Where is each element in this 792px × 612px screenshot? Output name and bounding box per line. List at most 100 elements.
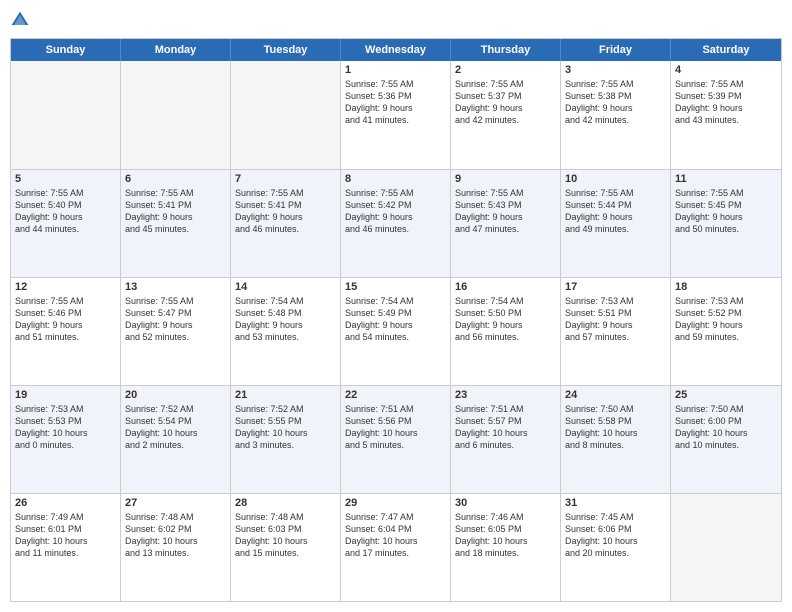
day-number: 31	[565, 497, 666, 509]
cell-text: Sunrise: 7:45 AM Sunset: 6:06 PM Dayligh…	[565, 511, 666, 560]
cell-text: Sunrise: 7:53 AM Sunset: 5:51 PM Dayligh…	[565, 295, 666, 344]
cell-text: Sunrise: 7:55 AM Sunset: 5:44 PM Dayligh…	[565, 187, 666, 236]
day-cell: 28 Sunrise: 7:48 AM Sunset: 6:03 PM Dayli…	[231, 494, 341, 601]
cell-text: Sunrise: 7:55 AM Sunset: 5:37 PM Dayligh…	[455, 78, 556, 127]
calendar-row: 19Sunrise: 7:53 AM Sunset: 5:53 PM Dayli…	[11, 385, 781, 493]
day-cell: 22 Sunrise: 7:51 AM Sunset: 5:56 PM Dayli…	[341, 386, 451, 493]
day-cell: 31 Sunrise: 7:45 AM Sunset: 6:06 PM Dayli…	[561, 494, 671, 601]
day-cell: 11 Sunrise: 7:55 AM Sunset: 5:45 PM Dayli…	[671, 170, 781, 277]
cell-text: Sunrise: 7:55 AM Sunset: 5:47 PM Dayligh…	[125, 295, 226, 344]
weekday-header: Monday	[121, 39, 231, 61]
calendar-row: 26Sunrise: 7:49 AM Sunset: 6:01 PM Dayli…	[11, 493, 781, 601]
weekday-header: Thursday	[451, 39, 561, 61]
cell-text: Sunrise: 7:54 AM Sunset: 5:49 PM Dayligh…	[345, 295, 446, 344]
day-number: 18	[675, 281, 777, 293]
day-number: 19	[15, 389, 116, 401]
day-number: 23	[455, 389, 556, 401]
calendar-row: 5Sunrise: 7:55 AM Sunset: 5:40 PM Daylig…	[11, 169, 781, 277]
day-number: 26	[15, 497, 116, 509]
weekday-header: Saturday	[671, 39, 781, 61]
cell-text: Sunrise: 7:46 AM Sunset: 6:05 PM Dayligh…	[455, 511, 556, 560]
cell-text: Sunrise: 7:55 AM Sunset: 5:38 PM Dayligh…	[565, 78, 666, 127]
cell-text: Sunrise: 7:50 AM Sunset: 5:58 PM Dayligh…	[565, 403, 666, 452]
day-cell: 13Sunrise: 7:55 AM Sunset: 5:47 PM Dayli…	[121, 278, 231, 385]
day-cell: 24 Sunrise: 7:50 AM Sunset: 5:58 PM Dayli…	[561, 386, 671, 493]
day-number: 29	[345, 497, 446, 509]
cell-text: Sunrise: 7:54 AM Sunset: 5:50 PM Dayligh…	[455, 295, 556, 344]
day-cell: 26Sunrise: 7:49 AM Sunset: 6:01 PM Dayli…	[11, 494, 121, 601]
day-number: 14	[235, 281, 336, 293]
day-cell: 10 Sunrise: 7:55 AM Sunset: 5:44 PM Dayli…	[561, 170, 671, 277]
day-number: 27	[125, 497, 226, 509]
cell-text: Sunrise: 7:52 AM Sunset: 5:55 PM Dayligh…	[235, 403, 336, 452]
day-number: 2	[455, 64, 556, 76]
day-number: 8	[345, 173, 446, 185]
day-cell: 4Sunrise: 7:55 AM Sunset: 5:39 PM Daylig…	[671, 61, 781, 169]
day-number: 3	[565, 64, 666, 76]
day-cell: 7Sunrise: 7:55 AM Sunset: 5:41 PM Daylig…	[231, 170, 341, 277]
day-cell: 8 Sunrise: 7:55 AM Sunset: 5:42 PM Daylig…	[341, 170, 451, 277]
weekday-header: Sunday	[11, 39, 121, 61]
day-number: 9	[455, 173, 556, 185]
day-number: 17	[565, 281, 666, 293]
day-number: 15	[345, 281, 446, 293]
cell-text: Sunrise: 7:55 AM Sunset: 5:45 PM Dayligh…	[675, 187, 777, 236]
day-number: 12	[15, 281, 116, 293]
calendar-header: SundayMondayTuesdayWednesdayThursdayFrid…	[11, 39, 781, 61]
day-number: 16	[455, 281, 556, 293]
cell-text: Sunrise: 7:48 AM Sunset: 6:03 PM Dayligh…	[235, 511, 336, 560]
cell-text: Sunrise: 7:50 AM Sunset: 6:00 PM Dayligh…	[675, 403, 777, 452]
day-cell: 29 Sunrise: 7:47 AM Sunset: 6:04 PM Dayli…	[341, 494, 451, 601]
day-cell: 3 Sunrise: 7:55 AM Sunset: 5:38 PM Daylig…	[561, 61, 671, 169]
empty-cell	[671, 494, 781, 601]
cell-text: Sunrise: 7:55 AM Sunset: 5:42 PM Dayligh…	[345, 187, 446, 236]
weekday-header: Tuesday	[231, 39, 341, 61]
logo	[10, 10, 34, 30]
day-number: 20	[125, 389, 226, 401]
day-number: 6	[125, 173, 226, 185]
day-cell: 30Sunrise: 7:46 AM Sunset: 6:05 PM Dayli…	[451, 494, 561, 601]
day-number: 22	[345, 389, 446, 401]
day-cell: 16 Sunrise: 7:54 AM Sunset: 5:50 PM Dayli…	[451, 278, 561, 385]
day-number: 21	[235, 389, 336, 401]
day-number: 11	[675, 173, 777, 185]
day-cell: 25 Sunrise: 7:50 AM Sunset: 6:00 PM Dayli…	[671, 386, 781, 493]
weekday-header: Wednesday	[341, 39, 451, 61]
cell-text: Sunrise: 7:51 AM Sunset: 5:57 PM Dayligh…	[455, 403, 556, 452]
page-header	[10, 10, 782, 30]
calendar-row: 12 Sunrise: 7:55 AM Sunset: 5:46 PM Dayli…	[11, 277, 781, 385]
day-cell: 19Sunrise: 7:53 AM Sunset: 5:53 PM Dayli…	[11, 386, 121, 493]
calendar-row: 1 Sunrise: 7:55 AM Sunset: 5:36 PM Daylig…	[11, 61, 781, 169]
day-number: 1	[345, 64, 446, 76]
day-cell: 5Sunrise: 7:55 AM Sunset: 5:40 PM Daylig…	[11, 170, 121, 277]
cell-text: Sunrise: 7:53 AM Sunset: 5:52 PM Dayligh…	[675, 295, 777, 344]
day-cell: 2 Sunrise: 7:55 AM Sunset: 5:37 PM Daylig…	[451, 61, 561, 169]
cell-text: Sunrise: 7:51 AM Sunset: 5:56 PM Dayligh…	[345, 403, 446, 452]
day-number: 25	[675, 389, 777, 401]
day-number: 10	[565, 173, 666, 185]
day-cell: 23 Sunrise: 7:51 AM Sunset: 5:57 PM Dayli…	[451, 386, 561, 493]
day-number: 28	[235, 497, 336, 509]
logo-icon	[10, 10, 30, 30]
cell-text: Sunrise: 7:47 AM Sunset: 6:04 PM Dayligh…	[345, 511, 446, 560]
cell-text: Sunrise: 7:55 AM Sunset: 5:36 PM Dayligh…	[345, 78, 446, 127]
empty-cell	[121, 61, 231, 169]
cell-text: Sunrise: 7:52 AM Sunset: 5:54 PM Dayligh…	[125, 403, 226, 452]
day-cell: 20 Sunrise: 7:52 AM Sunset: 5:54 PM Dayli…	[121, 386, 231, 493]
day-cell: 6 Sunrise: 7:55 AM Sunset: 5:41 PM Daylig…	[121, 170, 231, 277]
calendar: SundayMondayTuesdayWednesdayThursdayFrid…	[10, 38, 782, 602]
cell-text: Sunrise: 7:55 AM Sunset: 5:41 PM Dayligh…	[125, 187, 226, 236]
cell-text: Sunrise: 7:48 AM Sunset: 6:02 PM Dayligh…	[125, 511, 226, 560]
day-cell: 27 Sunrise: 7:48 AM Sunset: 6:02 PM Dayli…	[121, 494, 231, 601]
cell-text: Sunrise: 7:55 AM Sunset: 5:43 PM Dayligh…	[455, 187, 556, 236]
cell-text: Sunrise: 7:54 AM Sunset: 5:48 PM Dayligh…	[235, 295, 336, 344]
day-number: 24	[565, 389, 666, 401]
cell-text: Sunrise: 7:55 AM Sunset: 5:41 PM Dayligh…	[235, 187, 336, 236]
day-cell: 15 Sunrise: 7:54 AM Sunset: 5:49 PM Dayli…	[341, 278, 451, 385]
day-number: 4	[675, 64, 777, 76]
calendar-body: 1 Sunrise: 7:55 AM Sunset: 5:36 PM Daylig…	[11, 61, 781, 601]
day-cell: 21 Sunrise: 7:52 AM Sunset: 5:55 PM Dayli…	[231, 386, 341, 493]
cell-text: Sunrise: 7:55 AM Sunset: 5:46 PM Dayligh…	[15, 295, 116, 344]
empty-cell	[11, 61, 121, 169]
weekday-header: Friday	[561, 39, 671, 61]
